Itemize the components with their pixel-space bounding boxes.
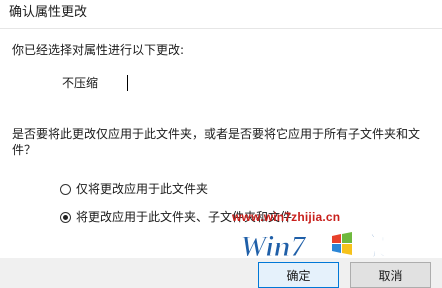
title-bar: 确认属性更改	[0, 0, 442, 29]
watermark-url: www.win7zhijia.cn	[232, 210, 341, 224]
dialog-title: 确认属性更改	[9, 5, 88, 20]
option-label: 仅将更改应用于此文件夹	[76, 181, 209, 196]
windows-flag-icon	[332, 232, 352, 255]
radio-unselected-icon[interactable]	[60, 183, 71, 195]
apply-question-line-1: 是否要将此更改仅应用于此文件夹，或者是否要将它应用于所有子文件夹和文	[12, 127, 421, 141]
cancel-button[interactable]: 取消	[350, 262, 431, 288]
radio-selected-icon[interactable]	[60, 211, 71, 223]
attribute-change-value: 不压缩	[62, 76, 99, 90]
ok-button[interactable]: 确定	[258, 262, 339, 288]
apply-question-line-2: 件？	[12, 143, 37, 157]
change-prompt: 你已经选择对属性进行以下更改:	[12, 43, 185, 57]
text-caret	[127, 75, 128, 91]
option-this-folder-only[interactable]: 仅将更改应用于此文件夹	[60, 180, 208, 198]
